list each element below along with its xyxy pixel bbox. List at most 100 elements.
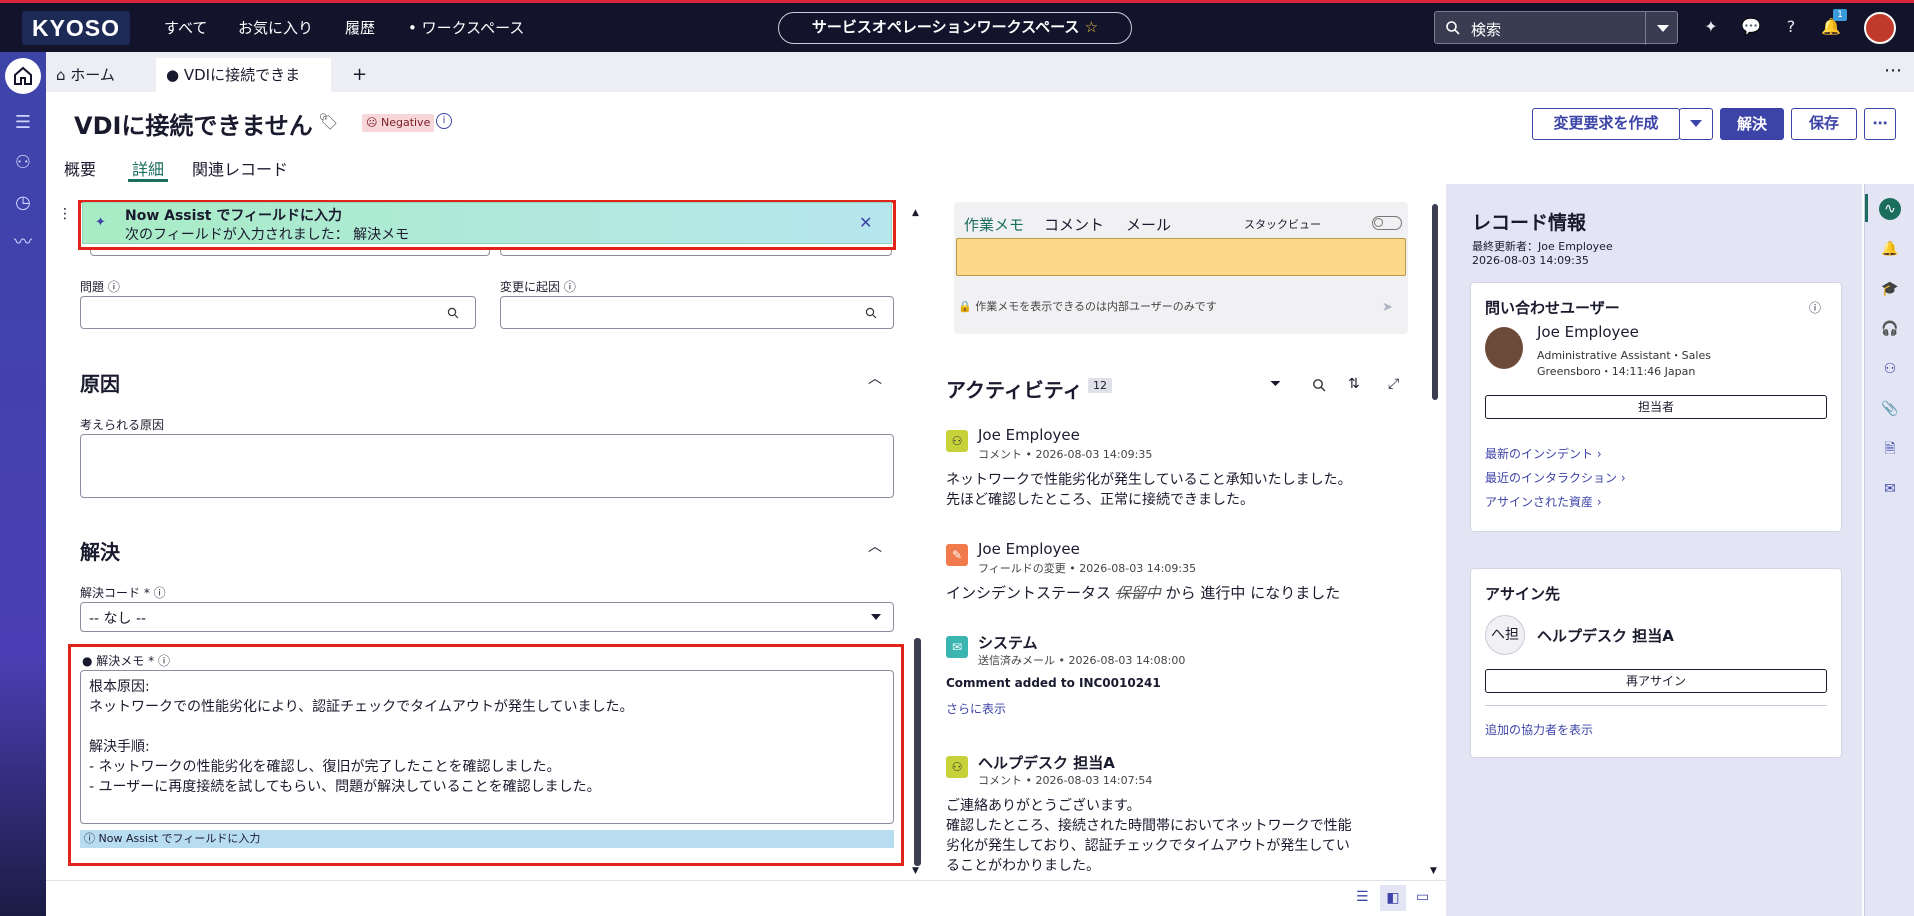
send-icon[interactable]: ➤ bbox=[1382, 300, 1393, 315]
activity-author[interactable]: ヘルプデスク 担当A bbox=[978, 752, 1115, 773]
tab-comments[interactable]: コメント bbox=[1044, 214, 1104, 235]
caret-down-icon bbox=[1690, 120, 1702, 127]
resolution-notes-textarea[interactable]: 根本原因: ネットワークでの性能劣化により、認証チェックでタイムアウトが発生して… bbox=[80, 670, 894, 824]
filter-icon[interactable]: ⏷ bbox=[1270, 376, 1281, 392]
star-icon[interactable]: ☆ bbox=[1085, 18, 1098, 36]
possible-cause-textarea[interactable] bbox=[80, 434, 894, 498]
tag-icon[interactable]: 🏷 bbox=[318, 112, 338, 131]
tab-home[interactable]: ⌂ ホーム bbox=[46, 58, 156, 92]
form-scrollbar-thumb[interactable] bbox=[914, 638, 921, 866]
close-icon[interactable]: ✕ bbox=[859, 213, 872, 232]
stack-view-label: スタックビュー bbox=[1244, 218, 1321, 231]
more-actions-button[interactable]: ⋯ bbox=[1864, 108, 1896, 140]
info-icon[interactable]: ⓘ bbox=[158, 654, 170, 668]
activity-author[interactable]: Joe Employee bbox=[978, 540, 1080, 558]
home-icon[interactable] bbox=[11, 64, 35, 88]
change-request-dropdown[interactable] bbox=[1679, 108, 1713, 140]
people-icon[interactable]: ⚇ bbox=[8, 148, 38, 178]
last-updated-by: 最終更新者：Joe Employee bbox=[1472, 240, 1613, 253]
chevron-up-icon[interactable]: ︿ bbox=[868, 536, 882, 556]
expand-icon[interactable]: ⤢ bbox=[1388, 376, 1399, 392]
resolution-code-label: 解決コード * ⓘ bbox=[80, 586, 166, 600]
caller-name[interactable]: Joe Employee bbox=[1537, 323, 1639, 341]
tab-work-notes[interactable]: 作業メモ bbox=[964, 214, 1025, 240]
stack-view-toggle[interactable] bbox=[1372, 216, 1402, 230]
calendar-clock-icon[interactable]: ◷ bbox=[8, 188, 38, 218]
tab-details[interactable]: 詳細 bbox=[128, 156, 169, 182]
list-layout-icon[interactable]: ☰ bbox=[1356, 889, 1369, 905]
tab-overflow-icon[interactable]: ⋯ bbox=[1884, 60, 1902, 81]
scroll-up-arrow[interactable]: ▲ bbox=[912, 208, 919, 218]
search-icon[interactable] bbox=[1312, 378, 1326, 392]
recent-incidents-link[interactable]: 最新のインシデント › bbox=[1485, 445, 1602, 462]
problem-field[interactable] bbox=[80, 296, 476, 329]
info-icon[interactable]: ⓘ bbox=[564, 280, 576, 294]
sort-icon[interactable]: ⇅ bbox=[1348, 376, 1360, 392]
search-input[interactable]: 検索 bbox=[1471, 19, 1501, 40]
kyoso-logo[interactable]: KYOSO bbox=[22, 11, 130, 45]
reassign-button[interactable]: 再アサイン bbox=[1485, 669, 1827, 693]
info-icon[interactable]: i bbox=[436, 113, 452, 129]
paperclip-icon[interactable]: 📎 bbox=[1879, 398, 1901, 420]
pulse-icon[interactable]: 〰 bbox=[8, 228, 38, 258]
sparkle-icon[interactable]: ✦ bbox=[1700, 16, 1722, 38]
search-box[interactable]: 検索 bbox=[1434, 11, 1679, 45]
nav-history[interactable]: 履歴 bbox=[345, 17, 375, 38]
activity-author[interactable]: Joe Employee bbox=[978, 426, 1080, 444]
resolution-code-select[interactable]: -- なし -- bbox=[80, 602, 894, 632]
chevron-up-icon[interactable]: ︿ bbox=[868, 368, 882, 388]
help-icon[interactable]: ? bbox=[1780, 16, 1802, 38]
document-icon[interactable]: 🗎 bbox=[1879, 438, 1901, 460]
show-collaborators-link[interactable]: 追加の協力者を表示 bbox=[1485, 721, 1593, 738]
nav-favorites[interactable]: お気に入り bbox=[238, 17, 313, 38]
work-notes-input[interactable] bbox=[956, 238, 1406, 276]
assignee-button[interactable]: 担当者 bbox=[1485, 395, 1827, 419]
caused-by-change-field[interactable] bbox=[500, 296, 894, 329]
bell-icon[interactable]: 🔔 bbox=[1879, 238, 1901, 260]
activity-author[interactable]: システム bbox=[978, 632, 1038, 653]
people-icon[interactable]: ⚇ bbox=[1879, 358, 1901, 380]
nav-workspace[interactable]: • ワークスペース bbox=[408, 17, 524, 38]
problem-label: 問題 ⓘ bbox=[80, 280, 120, 294]
add-tab-button[interactable]: + bbox=[342, 58, 377, 92]
save-button[interactable]: 保存 bbox=[1791, 108, 1857, 140]
caller-avatar[interactable] bbox=[1485, 327, 1523, 369]
activity-pulse-icon[interactable]: ∿ bbox=[1879, 198, 1901, 220]
mail-icon[interactable]: ✉ bbox=[1879, 478, 1901, 500]
info-icon[interactable]: ⓘ bbox=[108, 280, 120, 294]
recent-interactions-link[interactable]: 最近のインタラクション › bbox=[1485, 469, 1626, 486]
assigned-assets-link[interactable]: アサインされた資産 › bbox=[1485, 493, 1602, 510]
nav-all[interactable]: すべて bbox=[164, 17, 207, 38]
caller-location: Greensboro・14:11:46 Japan bbox=[1537, 365, 1696, 378]
tab-email[interactable]: メール bbox=[1126, 214, 1171, 235]
activity-scrollbar-thumb[interactable] bbox=[1432, 204, 1438, 400]
tab-related-records[interactable]: 関連レコード bbox=[192, 156, 288, 182]
tab-overview[interactable]: 概要 bbox=[64, 156, 96, 182]
people-icon: ⚇ bbox=[946, 756, 968, 778]
search-scope-dropdown[interactable] bbox=[1645, 12, 1679, 45]
assignee-name[interactable]: ヘルプデスク 担当A bbox=[1537, 625, 1674, 646]
list-icon[interactable]: ☰ bbox=[8, 108, 38, 138]
graduation-cap-icon[interactable]: 🎓 bbox=[1879, 278, 1901, 300]
assignee-initials[interactable]: へ担 bbox=[1485, 615, 1525, 655]
scroll-down-arrow[interactable]: ▼ bbox=[912, 866, 919, 876]
headset-icon[interactable]: 🎧 bbox=[1879, 318, 1901, 340]
info-icon[interactable]: ⓘ bbox=[1809, 299, 1821, 316]
nav-workspace-label: ワークスペース bbox=[421, 19, 525, 37]
chat-icon[interactable]: 💬 bbox=[1740, 16, 1762, 38]
workspace-title-pill[interactable]: サービスオペレーションワークスペース ☆ bbox=[778, 12, 1132, 44]
note-line: ネットワークでの性能劣化により、認証チェックでタイムアウトが発生していました。 bbox=[89, 699, 634, 715]
user-avatar[interactable] bbox=[1864, 12, 1896, 44]
single-layout-icon[interactable]: ▭ bbox=[1416, 889, 1429, 905]
show-more-link[interactable]: さらに表示 bbox=[946, 700, 1006, 717]
now-assist-tag: ⓘ Now Assist でフィールドに入力 bbox=[80, 830, 894, 848]
create-change-request-button[interactable]: 変更要求を作成 bbox=[1532, 108, 1680, 140]
form-menu-icon[interactable]: ⋮ bbox=[58, 206, 72, 222]
tab-current-record[interactable]: ● VDIに接続できま bbox=[156, 58, 331, 92]
scroll-down-arrow[interactable]: ▼ bbox=[1430, 866, 1437, 876]
split-layout-icon[interactable]: ◧ bbox=[1380, 885, 1406, 911]
info-icon[interactable]: ⓘ bbox=[154, 586, 166, 600]
frown-icon: ☹ bbox=[366, 116, 381, 129]
activity-title: アクティビティ bbox=[946, 378, 1083, 402]
resolve-button[interactable]: 解決 bbox=[1720, 108, 1784, 140]
